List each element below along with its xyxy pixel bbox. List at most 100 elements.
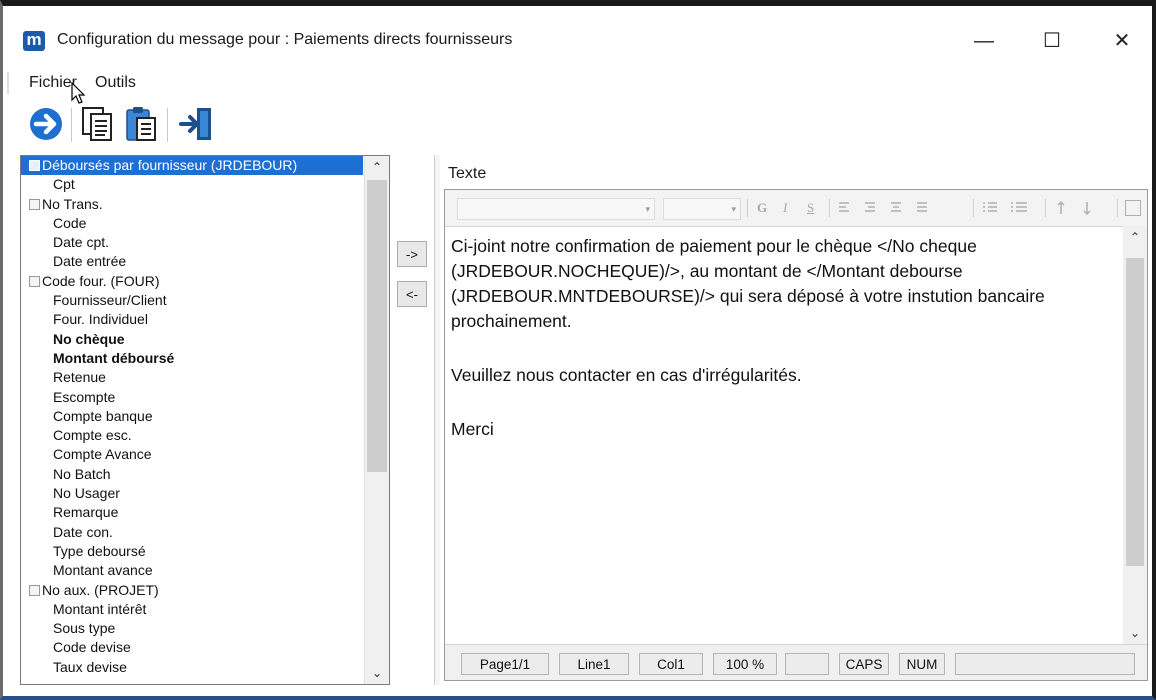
underline-button[interactable]: S: [807, 198, 814, 218]
bold-button[interactable]: G: [757, 198, 767, 218]
tree-scrollbar[interactable]: ⌃ ⌄: [364, 156, 389, 684]
tree-item-label: Compte banque: [53, 407, 153, 424]
tree-item[interactable]: Remarque: [21, 503, 363, 522]
tree-item[interactable]: Escompte: [21, 388, 363, 407]
tree-item-label: No Batch: [53, 465, 111, 482]
tree-item-label: Fournisseur/Client: [53, 292, 167, 309]
maximize-button[interactable]: ☐: [1029, 24, 1075, 58]
tree-item[interactable]: Taux devise: [21, 658, 363, 677]
field-tree[interactable]: Déboursés par fournisseur (JRDEBOUR) Cpt N…: [20, 155, 390, 685]
tree-item[interactable]: Cpt: [21, 175, 363, 194]
format-separator: [1045, 199, 1046, 217]
tree-item[interactable]: Fournisseur/Client: [21, 291, 363, 310]
add-field-button[interactable]: ->: [397, 241, 427, 267]
tree-item-label: Sous type: [53, 620, 116, 637]
tree-item[interactable]: Compte banque: [21, 407, 363, 426]
tree-item[interactable]: Date con.: [21, 523, 363, 542]
app-logo-icon: m: [23, 31, 45, 51]
font-family-select[interactable]: ▾: [457, 198, 655, 220]
tree-item[interactable]: No Batch: [21, 465, 363, 484]
toolbar-separator: [167, 108, 168, 142]
tree-item[interactable]: Sous type: [21, 619, 363, 638]
expand-toggle-icon[interactable]: [29, 198, 40, 210]
tree-item[interactable]: Code four. (FOUR): [21, 272, 363, 291]
status-num: NUM: [899, 653, 945, 675]
tree-item-label: Type deboursé: [53, 542, 146, 559]
title-bar[interactable]: m Configuration du message pour : Paieme…: [9, 20, 1149, 62]
tree-item-label: Escompte: [53, 388, 116, 405]
tree-item[interactable]: Montant avance: [21, 561, 363, 580]
tree-scroll-thumb[interactable]: [367, 180, 387, 472]
tree-item[interactable]: Compte Avance: [21, 445, 363, 464]
message-paragraph: Merci: [451, 419, 494, 439]
status-caps: CAPS: [839, 653, 889, 675]
expand-toggle-icon[interactable]: [29, 160, 40, 171]
tree-item-label: Date cpt.: [53, 234, 110, 251]
arrow-right-circle-icon[interactable]: [27, 104, 65, 144]
italic-button[interactable]: I: [783, 198, 787, 218]
tree-item-label: Cpt: [53, 176, 75, 193]
status-extra: [955, 653, 1135, 675]
window-title: Configuration du message pour : Paiement…: [57, 31, 513, 48]
list-icons[interactable]: [981, 201, 1037, 215]
minimize-button[interactable]: —: [961, 24, 1007, 58]
tree-item-label: No aux. (PROJET): [42, 581, 159, 598]
message-paragraph: Veuillez nous contacter en cas d'irrégul…: [451, 365, 802, 385]
tree-item[interactable]: No aux. (PROJET): [21, 581, 363, 600]
format-separator: [1117, 199, 1118, 217]
tree-item-label: No chèque: [53, 330, 125, 347]
tree-item[interactable]: Date entrée: [21, 252, 363, 271]
message-editor[interactable]: ▾ ▾ G I S Ci-joint notre confirmation de…: [444, 189, 1148, 681]
tree-item-label: Montant avance: [53, 562, 153, 579]
tree-item[interactable]: Compte esc.: [21, 426, 363, 445]
scroll-up-icon[interactable]: ⌃: [1123, 226, 1147, 248]
tree-item-label: Retenue: [53, 369, 106, 386]
tree-item-label: Déboursés par fournisseur (JRDEBOUR): [42, 157, 298, 173]
tree-item-label: Four. Individuel: [53, 311, 148, 328]
tree-item[interactable]: Code devise: [21, 638, 363, 657]
tree-item[interactable]: No Trans.: [21, 195, 363, 214]
menu-outils[interactable]: Outils: [95, 74, 136, 92]
close-button[interactable]: ✕: [1099, 24, 1145, 58]
editor-scrollbar[interactable]: ⌃ ⌄: [1123, 226, 1147, 644]
tree-item[interactable]: Date cpt.: [21, 233, 363, 252]
alignment-icons[interactable]: [837, 201, 937, 215]
tree-item[interactable]: Retenue: [21, 368, 363, 387]
message-text[interactable]: Ci-joint notre confirmation de paiement …: [451, 234, 1111, 442]
format-separator: [747, 199, 748, 217]
tree-item-label: Code devise: [53, 639, 131, 656]
tree-item[interactable]: Code: [21, 214, 363, 233]
scroll-down-icon[interactable]: ⌄: [365, 662, 389, 684]
tree-item[interactable]: Type deboursé: [21, 542, 363, 561]
tree-item[interactable]: Montant déboursé: [21, 349, 363, 368]
status-zoom: 100 %: [713, 653, 777, 675]
toolbar: [27, 102, 247, 146]
tree-item[interactable]: No Usager: [21, 484, 363, 503]
status-page: Page1/1: [461, 653, 549, 675]
paste-icon[interactable]: [123, 104, 161, 144]
scroll-down-icon[interactable]: ⌄: [1123, 622, 1147, 644]
tree-item[interactable]: No chèque: [21, 330, 363, 349]
menu-fichier[interactable]: Fichier: [29, 74, 77, 92]
scroll-up-icon[interactable]: ⌃: [365, 156, 389, 178]
tree-item-label: Code four. (FOUR): [42, 272, 160, 289]
tree-item-label: Montant déboursé: [53, 349, 175, 366]
exit-icon[interactable]: [177, 104, 215, 144]
tree-item-label: Date entrée: [53, 253, 127, 270]
message-paragraph: Ci-joint notre confirmation de paiement …: [451, 236, 1045, 331]
tree-item[interactable]: Four. Individuel: [21, 310, 363, 329]
expand-toggle-icon[interactable]: [29, 584, 40, 596]
copy-icon[interactable]: [79, 104, 117, 144]
tree-item-label: Remarque: [53, 504, 119, 521]
font-size-select[interactable]: ▾: [663, 198, 741, 220]
expand-toggle-icon[interactable]: [29, 275, 40, 287]
field-tree-list: Déboursés par fournisseur (JRDEBOUR) Cpt N…: [21, 156, 363, 677]
remove-field-button[interactable]: <-: [397, 281, 427, 307]
indent-icons[interactable]: [1055, 200, 1105, 216]
tree-item[interactable]: Déboursés par fournisseur (JRDEBOUR): [21, 156, 363, 176]
page-layout-icon[interactable]: [1125, 200, 1141, 216]
status-bar: Page1/1 Line1 Col1 100 % CAPS NUM: [445, 644, 1147, 680]
editor-scroll-thumb[interactable]: [1126, 258, 1144, 566]
tree-item[interactable]: Montant intérêt: [21, 600, 363, 619]
tree-item-label: Taux devise: [53, 658, 127, 675]
